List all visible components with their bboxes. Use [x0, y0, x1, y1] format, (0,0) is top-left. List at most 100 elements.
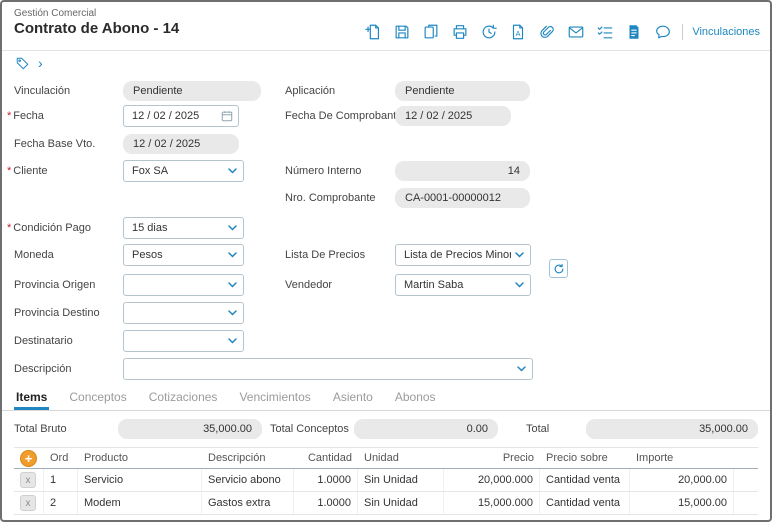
- provincia-destino-select[interactable]: [123, 302, 244, 324]
- toolbar: A Vinculaciones: [363, 8, 760, 50]
- expand-chevron-icon[interactable]: ›: [38, 56, 43, 70]
- preview-a-icon[interactable]: A: [508, 22, 528, 42]
- total-field: 35,000.00: [586, 419, 758, 439]
- cell-precio[interactable]: 20,000.000: [444, 469, 540, 491]
- cell-importe[interactable]: 15,000.00: [630, 492, 734, 514]
- history-icon[interactable]: [479, 22, 499, 42]
- chevron-down-icon: [228, 225, 237, 231]
- condicion-pago-value: 15 dias: [132, 222, 224, 234]
- vinculacion-field: Pendiente: [123, 81, 261, 101]
- moneda-label-text: Moneda: [14, 249, 54, 261]
- moneda-label: Moneda: [14, 245, 54, 265]
- cliente-select[interactable]: Fox SA: [123, 160, 244, 182]
- lista-precios-label-text: Lista De Precios: [285, 249, 365, 261]
- cell-descripcion[interactable]: Gastos extra: [202, 492, 294, 514]
- tab-items[interactable]: Items: [14, 390, 49, 410]
- destinatario-select[interactable]: [123, 330, 244, 352]
- chevron-down-icon: [515, 282, 524, 288]
- col-header-producto: Producto: [78, 448, 202, 468]
- calendar-icon[interactable]: [221, 110, 233, 122]
- col-header-cantidad: Cantidad: [294, 448, 358, 468]
- fecha-input[interactable]: [123, 105, 239, 127]
- cell-unidad[interactable]: Sin Unidad: [358, 492, 444, 514]
- email-icon[interactable]: [566, 22, 586, 42]
- vinculaciones-link[interactable]: Vinculaciones: [692, 26, 760, 38]
- total-conceptos-label: Total Conceptos: [270, 423, 354, 435]
- nro-comprobante-label-text: Nro. Comprobante: [285, 192, 376, 204]
- cell-precio-sobre[interactable]: Cantidad venta: [540, 469, 630, 491]
- refresh-prices-button[interactable]: [549, 259, 568, 278]
- save-icon[interactable]: [392, 22, 412, 42]
- provincia-destino-label: Provincia Destino: [14, 303, 100, 323]
- delete-row-button[interactable]: x: [20, 472, 36, 488]
- vinculacion-label: Vinculación: [14, 81, 70, 101]
- cell-ord[interactable]: 2: [44, 492, 78, 514]
- aplicacion-label-text: Aplicación: [285, 85, 335, 97]
- fecha-comprobante-field: 12 / 02 / 2025: [395, 106, 511, 126]
- cell-cantidad[interactable]: 1.0000: [294, 469, 358, 491]
- comment-icon[interactable]: [653, 22, 673, 42]
- fecha-label: *Fecha: [7, 106, 44, 126]
- col-header-precio-sobre: Precio sobre: [540, 448, 630, 468]
- required-marker: *: [7, 110, 11, 122]
- new-document-icon[interactable]: [363, 22, 383, 42]
- cell-cantidad[interactable]: 1.0000: [294, 492, 358, 514]
- cell-precio-sobre[interactable]: Cantidad venta: [540, 492, 630, 514]
- title-block: Gestión Comercial Contrato de Abono - 14: [14, 8, 179, 50]
- total-conceptos-field: 0.00: [354, 419, 498, 439]
- report-icon[interactable]: [624, 22, 644, 42]
- vendedor-select[interactable]: Martin Saba: [395, 274, 531, 296]
- descripcion-select[interactable]: [123, 358, 533, 380]
- nro-comprobante-field: CA-0001-00000012: [395, 188, 530, 208]
- fecha-base-vto-label-text: Fecha Base Vto.: [14, 138, 95, 150]
- moneda-select[interactable]: Pesos: [123, 244, 244, 266]
- cell-producto[interactable]: Modem: [78, 492, 202, 514]
- tab-abonos[interactable]: Abonos: [393, 390, 438, 410]
- moneda-value: Pesos: [132, 249, 224, 261]
- required-marker: *: [7, 165, 11, 177]
- chevron-down-icon: [228, 310, 237, 316]
- condicion-pago-select[interactable]: 15 dias: [123, 217, 244, 239]
- form-area: Vinculación Pendiente Aplicación Pendien…: [2, 75, 770, 385]
- col-header-filler: [734, 448, 758, 468]
- cell-unidad[interactable]: Sin Unidad: [358, 469, 444, 491]
- chevron-down-icon: [228, 252, 237, 258]
- sub-toolbar: ›: [2, 51, 770, 75]
- destinatario-label-text: Destinatario: [14, 335, 73, 347]
- tab-conceptos[interactable]: Conceptos: [67, 390, 128, 410]
- numero-interno-field: 14: [395, 161, 530, 181]
- chevron-down-icon: [228, 338, 237, 344]
- cell-importe[interactable]: 20,000.00: [630, 469, 734, 491]
- total-label: Total: [526, 423, 586, 435]
- cell-filler: [734, 469, 758, 491]
- svg-text:A: A: [516, 29, 521, 38]
- fecha-comprobante-label-text: Fecha De Comprobante: [285, 110, 402, 122]
- tab-asiento[interactable]: Asiento: [331, 390, 375, 410]
- cell-descripcion[interactable]: Servicio abono: [202, 469, 294, 491]
- provincia-origen-label: Provincia Origen: [14, 275, 95, 295]
- cell-precio[interactable]: 15,000.000: [444, 492, 540, 514]
- fecha-comprobante-label: Fecha De Comprobante: [285, 106, 402, 126]
- aplicacion-label: Aplicación: [285, 81, 335, 101]
- attachment-icon[interactable]: [537, 22, 557, 42]
- add-row-button[interactable]: +: [20, 450, 37, 467]
- condicion-pago-label: *Condición Pago: [7, 218, 91, 238]
- total-bruto-label: Total Bruto: [14, 423, 118, 435]
- total-bruto-field: 35,000.00: [118, 419, 262, 439]
- cell-producto[interactable]: Servicio: [78, 469, 202, 491]
- tab-vencimientos[interactable]: Vencimientos: [237, 390, 312, 410]
- provincia-origen-select[interactable]: [123, 274, 244, 296]
- cell-ord[interactable]: 1: [44, 469, 78, 491]
- delete-row-button[interactable]: x: [20, 495, 36, 511]
- tag-icon[interactable]: [14, 55, 30, 71]
- items-grid: + Ord Producto Descripción Cantidad Unid…: [14, 447, 758, 515]
- lista-precios-label: Lista De Precios: [285, 245, 365, 265]
- copy-icon[interactable]: [421, 22, 441, 42]
- print-icon[interactable]: [450, 22, 470, 42]
- tab-cotizaciones[interactable]: Cotizaciones: [147, 390, 220, 410]
- lista-precios-select[interactable]: Lista de Precios Minoris: [395, 244, 531, 266]
- checklist-icon[interactable]: [595, 22, 615, 42]
- descripcion-label: Descripción: [14, 359, 71, 379]
- numero-interno-label: Número Interno: [285, 161, 361, 181]
- fecha-text-input[interactable]: [124, 109, 221, 123]
